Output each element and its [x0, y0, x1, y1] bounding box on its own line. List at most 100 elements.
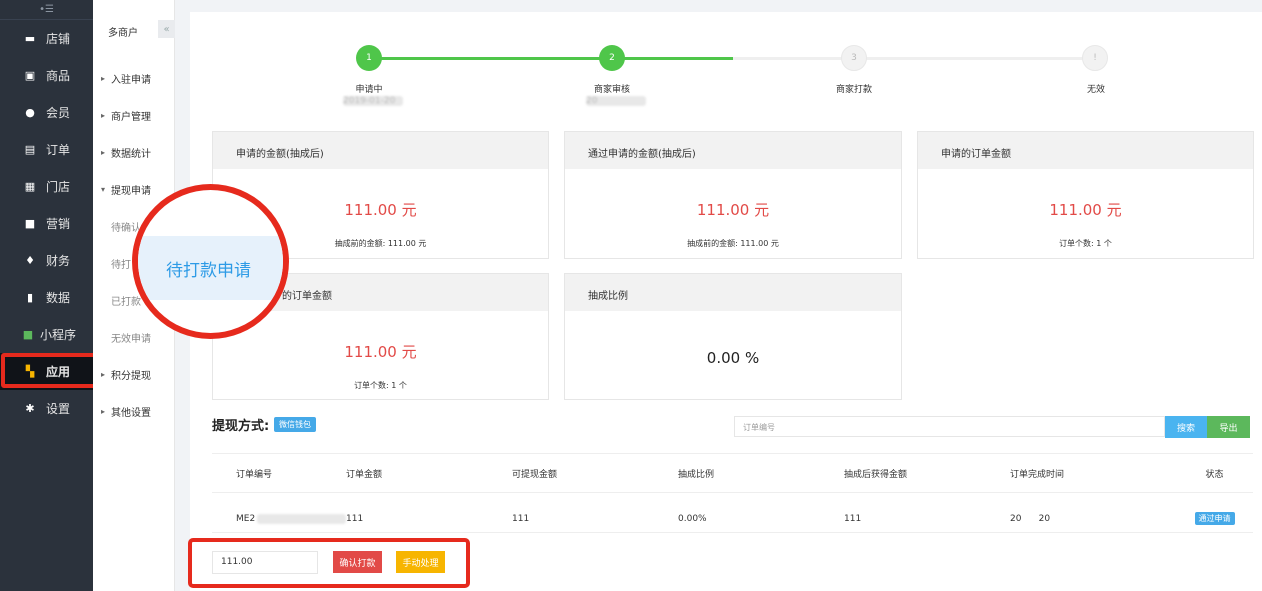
- subnav-item-label: 商户管理: [111, 112, 151, 123]
- column-header: 订单编号: [236, 469, 273, 480]
- sidebar-item-label: 营销: [46, 217, 71, 231]
- card-amount: 111.00 元: [696, 201, 770, 219]
- withdraw-method-title: 提现方式:: [212, 419, 270, 434]
- miniapp-icon: ■: [22, 328, 34, 341]
- search-button[interactable]: 搜索: [1165, 416, 1207, 438]
- subnav-item-merchant[interactable]: ▸ 商户管理: [93, 97, 174, 134]
- sidebar-item-label: 店铺: [46, 32, 71, 46]
- table-header: 订单编号 订单金额 可提现金额 抽成比例 抽成后获得金额 订单完成时间 状态: [212, 453, 1253, 493]
- subnav-item-points-withdraw[interactable]: ▸ 积分提现: [93, 356, 174, 393]
- progress-steps: 1 2 3 ! 申请中 商家审核 商家打款 无效 2019-01-20 20: [190, 12, 1262, 122]
- payout-amount-input[interactable]: 111.00: [212, 551, 318, 574]
- manual-process-button[interactable]: 手动处理: [396, 551, 445, 573]
- app-root: •☰ ▬ 店铺 ▣ 商品 ● 会员 ▤ 订单 ▦ 门店 ■ 营销 ♦ 财务 ▮ …: [0, 0, 1262, 591]
- step-line-todo: [733, 57, 1097, 60]
- cell-after: 111: [844, 513, 862, 524]
- zoom-callout: 待打款申请: [132, 184, 289, 339]
- main-sidebar: •☰ ▬ 店铺 ▣ 商品 ● 会员 ▤ 订单 ▦ 门店 ■ 营销 ♦ 财务 ▮ …: [0, 0, 93, 591]
- sidebar-item-label: 订单: [46, 143, 71, 157]
- subnav-child-invalid[interactable]: 无效申请: [93, 319, 174, 356]
- chevron-right-icon: ▸: [101, 74, 106, 83]
- card-amount: 111.00 元: [1049, 201, 1122, 219]
- step-2-dot: 2: [599, 45, 625, 71]
- orders-table: 订单编号 订单金额 可提现金额 抽成比例 抽成后获得金额 订单完成时间 状态 M…: [212, 453, 1253, 533]
- card-ratio: 0.00 %: [706, 349, 760, 367]
- step-3-dot: 3: [841, 45, 867, 71]
- cell-ratio: 0.00%: [678, 513, 707, 524]
- subnav-item-label: 其他设置: [111, 408, 151, 419]
- order-no-text: ME2: [236, 513, 256, 524]
- sidebar-item-label: 设置: [46, 402, 71, 416]
- sidebar-item-miniapp[interactable]: ■ 小程序: [0, 316, 93, 353]
- step-2-time: 20: [586, 96, 646, 106]
- card-note: 订单个数: 1 个: [1059, 239, 1112, 248]
- card-head: 抽成比例: [565, 274, 901, 311]
- status-badge[interactable]: 通过申请: [1194, 512, 1235, 525]
- subnav-item-other-settings[interactable]: ▸ 其他设置: [93, 393, 174, 430]
- sidebar-item-settings[interactable]: ✱ 设置: [0, 390, 93, 427]
- sidebar-item-data[interactable]: ▮ 数据: [0, 279, 93, 316]
- card-head: 通过申请的金额(抽成后): [565, 132, 901, 169]
- step-4-dot: !: [1082, 45, 1108, 71]
- column-header: 可提现金额: [512, 469, 558, 480]
- sidebar-item-member[interactable]: ● 会员: [0, 94, 93, 131]
- chevron-right-icon: ▸: [101, 111, 106, 120]
- sidebar-item-finance[interactable]: ♦ 财务: [0, 242, 93, 279]
- store-icon: ▬: [24, 32, 36, 45]
- step-1-label: 申请中: [355, 85, 383, 95]
- cell-amount: 111: [346, 513, 364, 524]
- sidebar-item-shop[interactable]: ▦ 门店: [0, 168, 93, 205]
- money-icon: ♦: [25, 254, 35, 267]
- step-1-time: 2019-01-20: [343, 96, 403, 106]
- order-number-search-input[interactable]: 订单编号: [734, 416, 1165, 437]
- chart-icon: ▮: [26, 291, 34, 304]
- subnav-item-label: 入驻申请: [111, 75, 151, 86]
- chevron-right-icon: ▸: [101, 148, 106, 157]
- zoom-label: 待打款申请: [166, 261, 251, 281]
- cell-time: 20 20: [1010, 513, 1051, 524]
- goods-icon: ▣: [24, 69, 36, 82]
- card-head: 申请的订单金额: [918, 132, 1253, 169]
- cell-withdrawable: 111: [512, 513, 530, 524]
- column-header: 订单金额: [346, 469, 383, 480]
- sidebar-item-label: 商品: [46, 69, 71, 83]
- sidebar-item-store[interactable]: ▬ 店铺: [0, 20, 93, 57]
- cell-status: 通过申请: [1176, 512, 1253, 525]
- sidebar-item-order[interactable]: ▤ 订单: [0, 131, 93, 168]
- card-head: 申请的金额(抽成后): [213, 132, 548, 169]
- card-amount: 111.00 元: [344, 343, 417, 361]
- sidebar-item-marketing[interactable]: ■ 营销: [0, 205, 93, 242]
- subnav-item-label: 积分提现: [111, 371, 151, 382]
- withdraw-method-badge: 微信钱包: [274, 417, 316, 432]
- redacted-block: [257, 513, 346, 524]
- subnav-item-stats[interactable]: ▸ 数据统计: [93, 134, 174, 171]
- collapse-subnav-button[interactable]: «: [158, 20, 175, 38]
- step-1-dot: 1: [356, 45, 382, 71]
- chevron-right-icon: ▸: [101, 370, 106, 379]
- column-header: 订单完成时间: [1010, 469, 1065, 480]
- column-header: 状态: [1205, 469, 1224, 480]
- card-note: 订单个数: 1 个: [354, 381, 407, 390]
- column-header: 抽成后获得金额: [844, 469, 908, 480]
- export-button[interactable]: 导出: [1207, 416, 1250, 438]
- highlight-apps-box: [1, 353, 98, 388]
- subnav-item-apply[interactable]: ▸ 入驻申请: [93, 60, 174, 97]
- card-commission-ratio: 抽成比例 0.00 %: [564, 273, 902, 400]
- sidebar-item-goods[interactable]: ▣ 商品: [0, 57, 93, 94]
- sidebar-item-label: 小程序: [40, 328, 77, 342]
- chevron-down-icon: ▾: [101, 185, 106, 194]
- step-2-label: 商家审核: [593, 85, 630, 95]
- step-4-label: 无效: [1086, 85, 1105, 95]
- card-approved-amount: 通过申请的金额(抽成后) 111.00 元 抽成前的金额: 111.00 元: [564, 131, 902, 259]
- sidebar-item-label: 会员: [46, 106, 71, 120]
- step-3-label: 商家打款: [835, 85, 872, 95]
- user-icon: ●: [25, 106, 35, 119]
- sidebar-item-label: 门店: [46, 180, 71, 194]
- sidebar-item-label: 财务: [46, 254, 71, 268]
- menu-toggle-icon[interactable]: •☰: [0, 0, 93, 20]
- subnav-item-label: 提现申请: [111, 186, 151, 197]
- cell-order-no: ME2: [212, 513, 346, 524]
- gift-icon: ■: [24, 217, 36, 230]
- confirm-payment-button[interactable]: 确认打款: [333, 551, 382, 573]
- card-note: 抽成前的金额: 111.00 元: [687, 239, 779, 248]
